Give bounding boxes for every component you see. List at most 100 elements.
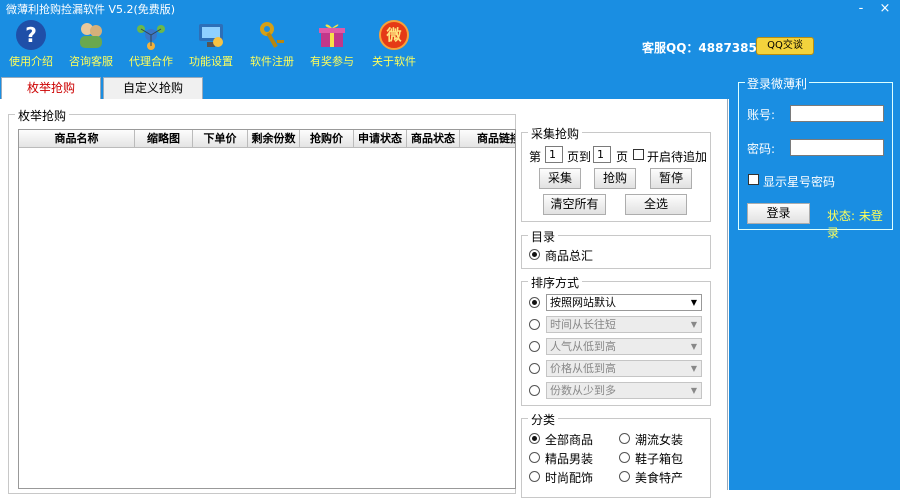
collect-button[interactable]: 采集 [539,168,581,189]
category-label: 全部商品 [545,433,594,447]
gift-icon [317,20,347,50]
toolbar-settings[interactable]: 功能设置 [180,20,242,69]
sort-select-quantity[interactable]: 份数从少到多 ▼ [546,382,702,399]
tab-custom[interactable]: 自定义抢购 [103,77,203,99]
toolbar-register[interactable]: 软件注册 [241,20,303,69]
category-radio-men[interactable] [529,452,540,463]
sort-select-popularity[interactable]: 人气从低到高 ▼ [546,338,702,355]
account-input[interactable] [790,105,884,122]
close-button[interactable]: × [875,0,895,18]
login-title: 登录微薄利 [745,75,810,92]
show-password-label: 显示星号密码 [763,175,836,189]
sort-radio-quantity[interactable] [529,385,540,396]
main-panel: 枚举抢购 商品名称 缩略图 下单价 剩余份数 抢购价 申请状态 商品状态 商品链… [0,99,728,498]
col-grab-price[interactable]: 抢购价 [300,130,354,148]
toolbar-help[interactable]: ? 使用介绍 [0,20,62,69]
category-group-title: 分类 [528,411,559,428]
login-button[interactable]: 登录 [747,203,810,224]
category-radio-food[interactable] [619,471,630,482]
sort-option-label: 价格从低到高 [550,362,616,375]
sort-radio-default[interactable] [529,297,540,308]
toolbar-label: 关于软件 [372,55,416,68]
toolbar-label: 功能设置 [189,55,233,68]
dropdown-arrow-icon: ▼ [690,320,697,329]
col-apply-status[interactable]: 申请状态 [354,130,407,148]
tab-enumerate[interactable]: 枚举抢购 [1,77,101,99]
settings-monitor-icon [196,20,226,50]
password-input[interactable] [790,139,884,156]
category-label: 美食特产 [635,471,684,485]
page-to-label: 页到 [567,150,592,164]
wait-append-checkbox[interactable] [633,149,644,160]
collect-group-title: 采集抢购 [528,125,583,142]
pause-button[interactable]: 暂停 [650,168,692,189]
grab-button[interactable]: 抢购 [594,168,636,189]
catalog-group-title: 目录 [528,228,559,245]
window-title: 微薄利抢购捡漏软件 V5.2(免费版) [6,3,176,16]
product-grid[interactable]: 商品名称 缩略图 下单价 剩余份数 抢购价 申请状态 商品状态 商品链接 [18,129,516,489]
sort-option-label: 时间从长往短 [550,318,616,331]
page-prefix: 第 [529,150,542,164]
login-status: 状态: 未登录 [827,209,883,240]
page-to-input[interactable]: 1 [593,146,611,163]
category-radio-shoes[interactable] [619,452,630,463]
dropdown-arrow-icon: ▼ [690,364,697,373]
dropdown-arrow-icon: ▼ [690,342,697,351]
help-icon: ? [16,20,46,50]
network-icon [136,20,166,50]
sort-group-title: 排序方式 [528,274,583,291]
category-label: 鞋子箱包 [635,452,684,466]
qq-chat-button[interactable]: QQ交谈 [756,37,814,55]
sort-radio-price[interactable] [529,363,540,374]
toolbar-rewards[interactable]: 有奖参与 [301,20,363,69]
col-thumb[interactable]: 缩略图 [135,130,193,148]
toolbar-label: 使用介绍 [9,55,53,68]
sort-option-label: 人气从低到高 [550,340,616,353]
toolbar-label: 咨询客服 [69,55,113,68]
show-password-checkbox[interactable] [748,174,759,185]
grid-header: 商品名称 缩略图 下单价 剩余份数 抢购价 申请状态 商品状态 商品链接 [19,130,515,148]
toolbar-support[interactable]: 咨询客服 [60,20,122,69]
category-label: 时尚配饰 [545,471,594,485]
wait-append-label: 开启待追加 [647,150,708,164]
toolbar-label: 有奖参与 [310,55,354,68]
sort-radio-time[interactable] [529,319,540,330]
page-suffix: 页 [616,150,629,164]
page-from-input[interactable]: 1 [545,146,563,163]
title-bar: 微薄利抢购捡漏软件 V5.2(免费版) - × ? 使用介绍 咨询客服 代理合作… [0,0,900,76]
select-all-button[interactable]: 全选 [625,194,687,215]
toolbar-label: 软件注册 [250,55,294,68]
col-product-status[interactable]: 商品状态 [407,130,460,148]
category-label: 精品男装 [545,452,594,466]
col-order-price[interactable]: 下单价 [193,130,248,148]
toolbar-about[interactable]: 微 关于软件 [363,20,425,69]
sort-option-label: 份数从少到多 [550,384,616,397]
col-name[interactable]: 商品名称 [19,130,135,148]
category-radio-all[interactable] [529,433,540,444]
catalog-all-label: 商品总汇 [545,249,594,263]
toolbar-agent[interactable]: 代理合作 [120,20,182,69]
micro-logo-icon: 微 [379,20,409,50]
dropdown-arrow-icon: ▼ [690,298,697,307]
col-product-link[interactable]: 商品链接 [460,130,515,148]
col-remaining[interactable]: 剩余份数 [248,130,300,148]
dropdown-arrow-icon: ▼ [690,386,697,395]
sort-select-price[interactable]: 价格从低到高 ▼ [546,360,702,377]
clear-all-button[interactable]: 清空所有 [543,194,606,215]
login-panel: 登录微薄利 账号: 密码: 显示星号密码 登录 状态: 未登录 [738,75,893,240]
support-qq: 客服QQ：488738580 [642,41,774,55]
sort-option-label: 按照网站默认 [550,296,616,309]
catalog-all-radio[interactable] [529,249,540,260]
category-radio-women[interactable] [619,433,630,444]
category-radio-accessories[interactable] [529,471,540,482]
sort-radio-popularity[interactable] [529,341,540,352]
key-icon [257,20,287,50]
category-label: 潮流女装 [635,433,684,447]
minimize-button[interactable]: - [851,0,871,18]
sort-select-time[interactable]: 时间从长往短 ▼ [546,316,702,333]
enumerate-group-title: 枚举抢购 [15,107,70,124]
toolbar-label: 代理合作 [129,55,173,68]
people-icon [76,20,106,50]
account-label: 账号: [747,108,776,122]
sort-select-default[interactable]: 按照网站默认 ▼ [546,294,702,311]
